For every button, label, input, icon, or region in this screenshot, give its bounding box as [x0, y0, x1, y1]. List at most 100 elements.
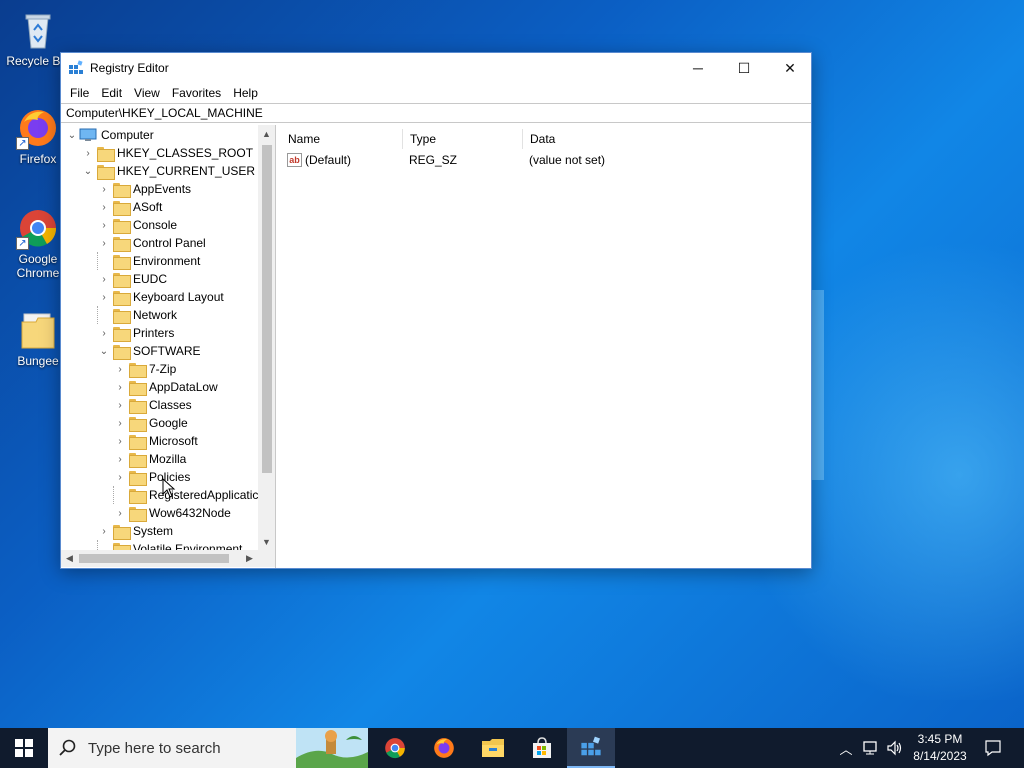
tree-item[interactable]: › EUDC	[97, 270, 167, 288]
tree-item[interactable]: › Wow6432Node	[113, 504, 231, 522]
tree-item[interactable]: RegisteredApplicatic	[113, 486, 258, 504]
tree-item[interactable]: Volatile Environment	[97, 540, 242, 550]
chevron-right-icon[interactable]: ›	[113, 414, 127, 432]
chevron-down-icon[interactable]: ⌄	[81, 162, 95, 180]
tree-item[interactable]: › Keyboard Layout	[97, 288, 224, 306]
tree-item-label: Google	[149, 416, 188, 430]
taskbar-store[interactable]	[518, 728, 566, 768]
volume-icon[interactable]	[884, 728, 906, 768]
action-center-button[interactable]	[978, 728, 1008, 768]
chevron-right-icon[interactable]: ›	[113, 378, 127, 396]
tree-item[interactable]: › Console	[97, 216, 177, 234]
taskbar-search-box[interactable]: Type here to search	[48, 728, 368, 768]
tree-item[interactable]: › AppDataLow	[113, 378, 218, 396]
title-bar[interactable]: Registry Editor ─ ☐ ✕	[61, 53, 811, 83]
menu-edit[interactable]: Edit	[96, 86, 127, 100]
tree-item[interactable]: › AppEvents	[97, 180, 191, 198]
taskbar-firefox[interactable]	[420, 728, 468, 768]
start-button[interactable]	[0, 728, 48, 768]
tree-item[interactable]: Environment	[97, 252, 200, 270]
tree-item[interactable]: ⌄ HKEY_CURRENT_USER	[81, 162, 255, 180]
key-tree-pane[interactable]: ⌄ Computer › HKEY_CLASSES_ROOT ⌄ HKEY_CURRE…	[61, 125, 276, 568]
folder-icon	[113, 218, 131, 234]
taskbar-registry-editor[interactable]	[567, 728, 615, 768]
tree-item-label: Keyboard Layout	[133, 290, 224, 304]
tree-item[interactable]: › Mozilla	[113, 450, 186, 468]
show-hidden-icons-button[interactable]: ︿	[836, 728, 856, 768]
tree-item-label: Console	[133, 218, 178, 232]
taskbar: Type here to search ︿ 3:45 PM 8/14/2023	[0, 728, 1024, 768]
maximize-button[interactable]: ☐	[721, 53, 767, 83]
desktop-icon-label: Google Chrome	[16, 252, 60, 280]
chevron-right-icon[interactable]: ›	[113, 360, 127, 378]
shortcut-arrow-icon: ↗	[16, 237, 29, 250]
folder-icon	[113, 524, 131, 540]
tree-item-computer[interactable]: ⌄ Computer	[65, 126, 154, 144]
key-tree: ⌄ Computer › HKEY_CLASSES_ROOT ⌄ HKEY_CURRE…	[61, 125, 258, 550]
scroll-down-icon[interactable]: ▼	[258, 533, 275, 550]
tree-vertical-scrollbar[interactable]: ▲ ▼	[258, 125, 275, 550]
computer-icon	[79, 128, 97, 141]
minimize-button[interactable]: ─	[675, 53, 721, 83]
tree-item[interactable]: › Google	[113, 414, 188, 432]
column-header-name[interactable]: Name	[281, 129, 403, 149]
close-button[interactable]: ✕	[767, 53, 813, 83]
taskbar-chrome[interactable]	[371, 728, 419, 768]
tree-item[interactable]: Network	[97, 306, 177, 324]
chevron-right-icon[interactable]: ›	[97, 180, 111, 198]
tree-item[interactable]: › Classes	[113, 396, 192, 414]
chevron-down-icon[interactable]: ⌄	[97, 342, 111, 360]
chevron-right-icon[interactable]: ›	[97, 234, 111, 252]
chevron-down-icon[interactable]: ⌄	[65, 126, 79, 144]
scroll-up-icon[interactable]: ▲	[258, 125, 275, 142]
menu-file[interactable]: File	[65, 86, 94, 100]
chevron-right-icon[interactable]: ›	[113, 468, 127, 486]
store-icon	[533, 737, 551, 758]
tree-item[interactable]: ⌄ SOFTWARE	[97, 342, 201, 360]
folder-icon	[113, 236, 131, 252]
chevron-right-icon[interactable]: ›	[113, 432, 127, 450]
menu-view[interactable]: View	[129, 86, 165, 100]
wallpaper-logo-edge	[812, 290, 824, 480]
chevron-right-icon[interactable]: ›	[81, 144, 95, 162]
chevron-right-icon[interactable]: ›	[97, 324, 111, 342]
taskbar-clock[interactable]: 3:45 PM 8/14/2023	[905, 731, 975, 765]
tree-horizontal-scrollbar[interactable]: ◀ ▶	[61, 550, 258, 567]
tree-item[interactable]: › 7-Zip	[113, 360, 176, 378]
chevron-right-icon[interactable]: ›	[97, 198, 111, 216]
chevron-right-icon[interactable]: ›	[113, 504, 127, 522]
scroll-right-icon[interactable]: ▶	[241, 550, 258, 567]
taskbar-file-explorer[interactable]	[469, 728, 517, 768]
values-pane[interactable]: Name Type Data ab (Default) REG_SZ (valu…	[281, 125, 810, 568]
shortcut-arrow-icon: ↗	[16, 137, 29, 150]
chevron-right-icon[interactable]: ›	[97, 216, 111, 234]
menu-favorites[interactable]: Favorites	[167, 86, 226, 100]
chevron-right-icon[interactable]: ›	[113, 450, 127, 468]
tree-item[interactable]: › Policies	[113, 468, 190, 486]
column-header-type[interactable]: Type	[403, 129, 523, 149]
tree-item[interactable]: › ASoft	[97, 198, 162, 216]
column-header-data[interactable]: Data	[523, 129, 663, 149]
chevron-right-icon[interactable]: ›	[97, 522, 111, 540]
tree-item[interactable]: › HKEY_CLASSES_ROOT	[81, 144, 253, 162]
table-row[interactable]: ab (Default) REG_SZ (value not set)	[281, 151, 681, 169]
chevron-right-icon[interactable]: ›	[97, 270, 111, 288]
network-icon[interactable]	[860, 728, 882, 768]
clock-date: 8/14/2023	[913, 749, 967, 763]
scroll-left-icon[interactable]: ◀	[61, 550, 78, 567]
chevron-right-icon[interactable]: ›	[113, 396, 127, 414]
tree-item[interactable]: › Control Panel	[97, 234, 206, 252]
address-bar[interactable]: Computer\HKEY_LOCAL_MACHINE	[61, 103, 811, 123]
chrome-icon	[385, 738, 405, 759]
menu-help[interactable]: Help	[228, 86, 263, 100]
chevron-right-icon[interactable]: ›	[97, 288, 111, 306]
scrollbar-thumb[interactable]	[79, 554, 229, 563]
tree-item-label: Wow6432Node	[149, 506, 231, 520]
tree-item[interactable]: › Microsoft	[113, 432, 198, 450]
search-highlight-art	[296, 728, 368, 768]
tree-item[interactable]: › System	[97, 522, 173, 540]
scrollbar-thumb[interactable]	[262, 145, 272, 473]
chrome-icon: ↗	[16, 206, 60, 250]
tree-item[interactable]: › Printers	[97, 324, 174, 342]
clock-time: 3:45 PM	[917, 732, 963, 746]
